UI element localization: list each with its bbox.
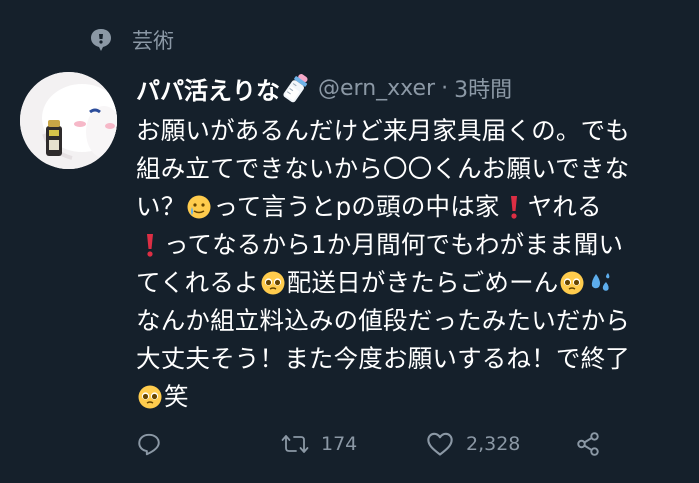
exclamation-mark-icon xyxy=(501,193,527,219)
tweet-line: お願いがあるんだけど来月家具届くの。でも xyxy=(136,116,630,145)
retweet-button[interactable]: 174 xyxy=(281,431,426,457)
tweet-text: お願いがあるんだけど来月家具届くの。でも 組み立てできないから〇〇くんお願いでき… xyxy=(136,112,696,416)
context-label: 芸術 xyxy=(132,29,174,53)
tweet-line: 大丈夫そう！また今度お願いするね！で終了 xyxy=(136,344,630,373)
display-name[interactable]: パパ活えりな xyxy=(136,71,280,106)
tweet-line: てくれるよ 配送日がきたらごめーん xyxy=(136,264,696,302)
heart-icon xyxy=(426,431,454,457)
sweat-droplets-icon xyxy=(587,269,613,295)
exclamation-mark-icon xyxy=(137,231,163,257)
user-handle[interactable]: @ern_xxer xyxy=(318,76,435,101)
tweet[interactable]: パパ活えりな @ern_xxer · 3時間 お願いがあるんだけど来月家具届くの… xyxy=(136,66,696,416)
separator-dot: · xyxy=(441,75,449,101)
pin-icon xyxy=(88,27,114,53)
action-bar: 174 2,328 xyxy=(136,424,696,464)
pleading-face-icon xyxy=(260,269,286,295)
tweet-header: パパ活えりな @ern_xxer · 3時間 xyxy=(136,66,696,110)
tweet-line: なんか組立料込みの値段だったみたいだから xyxy=(136,306,630,335)
reply-icon xyxy=(136,431,162,457)
tweet-line: ってなるから1か月間何でもわがまま聞い xyxy=(136,226,696,264)
retweet-icon xyxy=(281,431,309,457)
timestamp[interactable]: 3時間 xyxy=(454,72,512,104)
like-count: 2,328 xyxy=(466,433,521,455)
retweet-count: 174 xyxy=(321,433,358,455)
social-context[interactable]: 芸術 xyxy=(88,24,174,56)
tweet-line: い？ って言うとpの頭の中は家 ヤれる xyxy=(136,192,602,221)
reply-button[interactable] xyxy=(136,431,281,457)
pleading-face-icon xyxy=(559,269,585,295)
share-icon xyxy=(574,431,602,457)
share-button[interactable] xyxy=(574,431,614,457)
pleading-face-icon xyxy=(137,383,163,409)
like-button[interactable]: 2,328 xyxy=(426,431,574,457)
smiling-face-with-tear-icon xyxy=(186,193,212,219)
tweet-line: 組み立てできないから〇〇くんお願いできな xyxy=(136,154,630,183)
tweet-line: 笑 xyxy=(136,378,696,416)
baby-bottle-icon xyxy=(282,71,310,105)
avatar[interactable] xyxy=(20,72,117,169)
